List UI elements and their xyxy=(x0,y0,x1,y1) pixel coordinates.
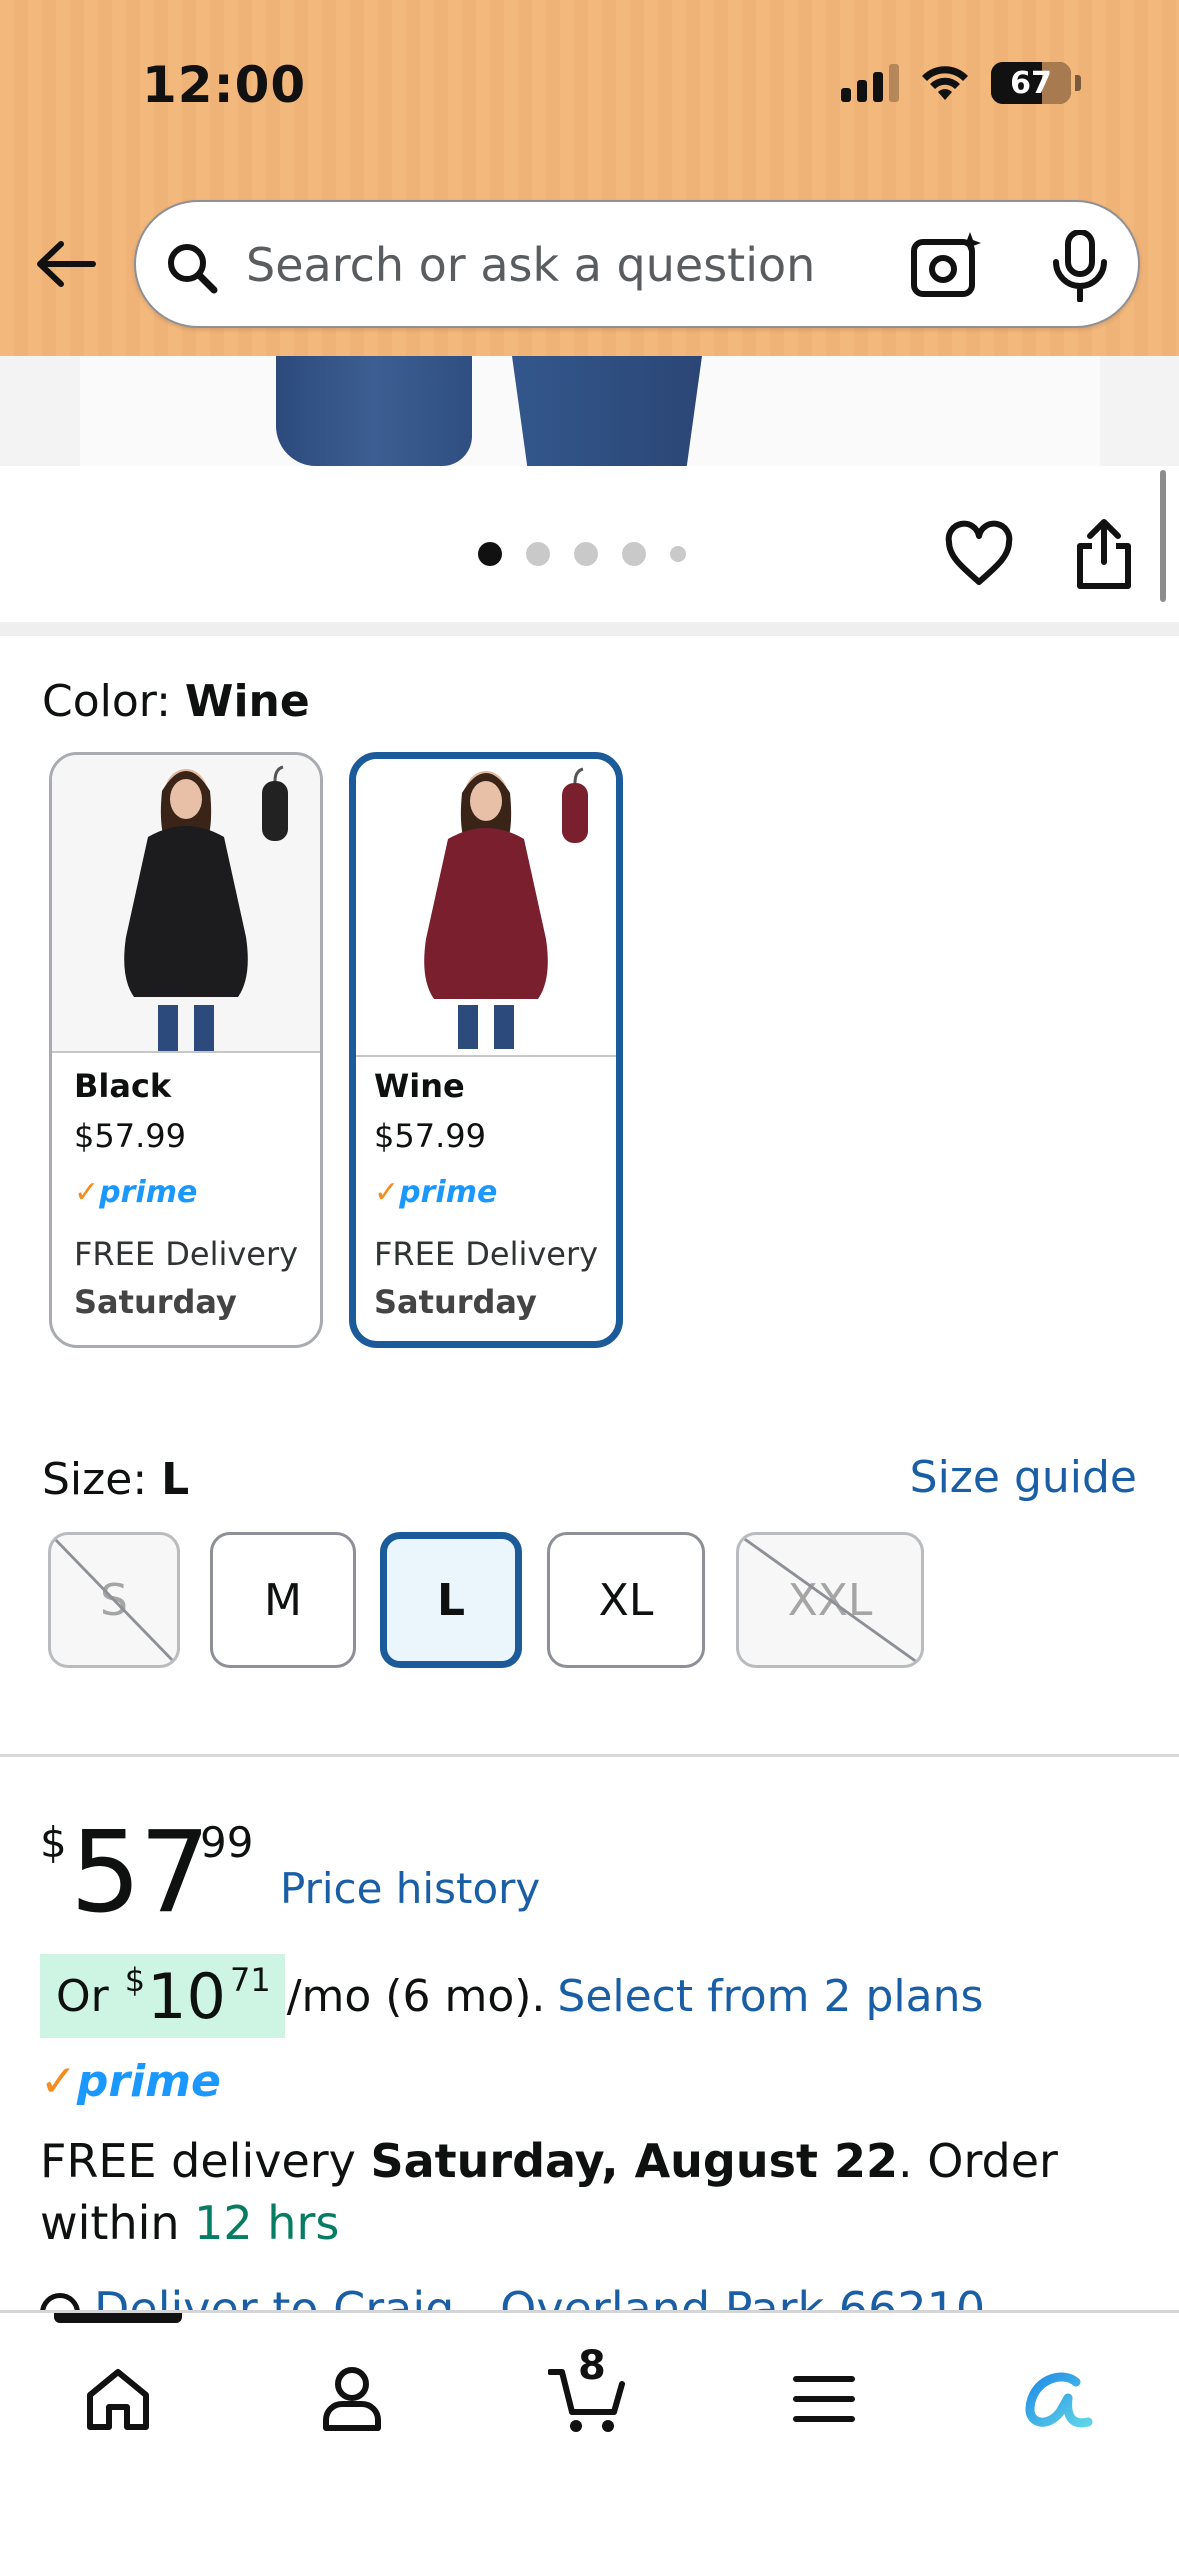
nav-menu[interactable] xyxy=(774,2349,874,2449)
installment-offer: Or $10 71 /mo (6 mo). Select from 2 plans xyxy=(40,1954,983,2038)
carousel-dot[interactable] xyxy=(622,542,646,566)
microphone-icon[interactable] xyxy=(1048,230,1112,302)
prime-badge-text: prime xyxy=(399,1175,498,1210)
product-image-jeans xyxy=(276,356,472,466)
home-icon xyxy=(87,2369,149,2430)
swatch-price: $57.99 xyxy=(74,1117,186,1155)
select-plans-link[interactable]: Select from 2 plans xyxy=(557,1971,983,2022)
active-tab-indicator xyxy=(54,2313,182,2323)
swatch-image xyxy=(356,759,616,1057)
search-input[interactable] xyxy=(246,228,886,302)
size-label: Size: L xyxy=(42,1454,189,1505)
color-swatch-black[interactable]: Black $57.99 ✓prime FREE Delivery Saturd… xyxy=(49,752,323,1348)
unavailable-strike-icon xyxy=(739,1535,921,1665)
nav-cart[interactable]: 8 xyxy=(538,2343,638,2449)
status-icons: 67 xyxy=(841,62,1081,104)
size-option-l[interactable]: L xyxy=(380,1532,522,1668)
size-option-label: M xyxy=(264,1574,302,1626)
bottom-navigation: 8 xyxy=(0,2310,1179,2556)
cart-count-badge: 8 xyxy=(578,2343,606,2389)
prime-check-icon: ✓ xyxy=(374,1175,400,1210)
search-bar[interactable] xyxy=(134,200,1140,328)
arrow-left-icon xyxy=(37,241,96,287)
section-divider xyxy=(0,622,1179,636)
prime-check-icon: ✓ xyxy=(40,2056,77,2107)
color-label-prefix: Color: xyxy=(42,676,185,727)
share-icon[interactable] xyxy=(1072,518,1136,590)
prime-badge-text: prime xyxy=(99,1175,198,1210)
menu-icon xyxy=(793,2376,855,2422)
color-swatch-wine[interactable]: Wine $57.99 ✓prime FREE Delivery Saturda… xyxy=(349,752,623,1348)
swatch-price: $57.99 xyxy=(374,1117,486,1155)
size-label-prefix: Size: xyxy=(42,1454,162,1505)
selected-color-value: Wine xyxy=(184,676,310,727)
carousel-dot[interactable] xyxy=(670,546,686,562)
size-option-xxl[interactable]: XXL xyxy=(736,1532,924,1668)
heart-icon[interactable] xyxy=(944,520,1014,590)
swatch-name: Black xyxy=(74,1067,172,1105)
installment-symbol: $ xyxy=(124,1961,146,1999)
section-divider xyxy=(0,1754,1179,1757)
back-button[interactable] xyxy=(30,228,102,300)
battery-icon: 67 xyxy=(991,62,1071,104)
size-guide-link[interactable]: Size guide xyxy=(910,1452,1137,1503)
wifi-icon xyxy=(922,66,968,100)
installment-whole: 10 xyxy=(147,1959,226,2033)
nav-rufus-assistant[interactable] xyxy=(1008,2349,1108,2449)
carousel-dot[interactable] xyxy=(574,542,598,566)
color-label: Color: Wine xyxy=(42,676,310,727)
swatch-delivery-day: Saturday xyxy=(74,1283,237,1321)
prime-check-icon: ✓ xyxy=(74,1175,100,1210)
nav-home[interactable] xyxy=(68,2349,168,2449)
scrollbar[interactable] xyxy=(1160,470,1166,602)
size-option-label: L xyxy=(436,1574,466,1626)
prime-logo-text: prime xyxy=(76,2056,221,2107)
delivery-countdown: 12 hrs xyxy=(194,2196,340,2250)
prime-badge: ✓prime xyxy=(374,1175,497,1210)
installment-term: /mo (6 mo). xyxy=(286,1970,546,2022)
coat-image-black xyxy=(124,765,288,1051)
price-fraction: 99 xyxy=(200,1818,254,1867)
status-time: 12:00 xyxy=(142,56,307,114)
delivery-date: Saturday, August 22 xyxy=(370,2134,898,2188)
size-option-s[interactable]: S xyxy=(48,1532,180,1668)
price-history-link[interactable]: Price history xyxy=(280,1864,540,1913)
selected-size-value: L xyxy=(161,1454,190,1505)
delivery-info: FREE delivery Saturday, August 22. Order… xyxy=(40,2130,1150,2254)
unavailable-strike-icon xyxy=(51,1535,177,1665)
person-icon xyxy=(323,2367,381,2431)
installment-fraction: 71 xyxy=(230,1961,271,1999)
carousel-dot[interactable] xyxy=(478,542,502,566)
top-header: 12:00 67 xyxy=(0,0,1179,356)
swatch-image xyxy=(52,755,320,1053)
price-symbol: $ xyxy=(40,1818,67,1867)
carousel-dots[interactable] xyxy=(478,542,686,566)
prime-logo: ✓prime xyxy=(40,2056,221,2107)
swatch-delivery-day: Saturday xyxy=(374,1283,537,1321)
product-image-carousel[interactable] xyxy=(0,356,1179,466)
size-option-label: XL xyxy=(598,1574,654,1626)
prime-badge: ✓prime xyxy=(74,1175,197,1210)
product-image-jeans-right xyxy=(512,356,702,466)
size-option-m[interactable]: M xyxy=(210,1532,356,1668)
cellular-signal-icon xyxy=(841,64,899,102)
search-icon[interactable] xyxy=(162,238,222,298)
rufus-assistant-icon xyxy=(1025,2372,1093,2428)
delivery-prefix: FREE delivery xyxy=(40,2134,371,2188)
installment-badge: Or $10 71 xyxy=(40,1954,285,2038)
size-option-xl[interactable]: XL xyxy=(547,1532,705,1668)
swatch-name: Wine xyxy=(374,1067,465,1105)
price-whole: 57 xyxy=(70,1808,211,1938)
swatch-delivery: FREE Delivery xyxy=(74,1235,299,1273)
nav-account[interactable] xyxy=(302,2349,402,2449)
swatch-delivery: FREE Delivery xyxy=(374,1235,599,1273)
battery-level: 67 xyxy=(1010,65,1052,101)
carousel-dot[interactable] xyxy=(526,542,550,566)
camera-lens-icon[interactable] xyxy=(910,230,984,300)
coat-image-wine xyxy=(424,767,588,1049)
installment-prefix: Or xyxy=(56,1970,109,2022)
